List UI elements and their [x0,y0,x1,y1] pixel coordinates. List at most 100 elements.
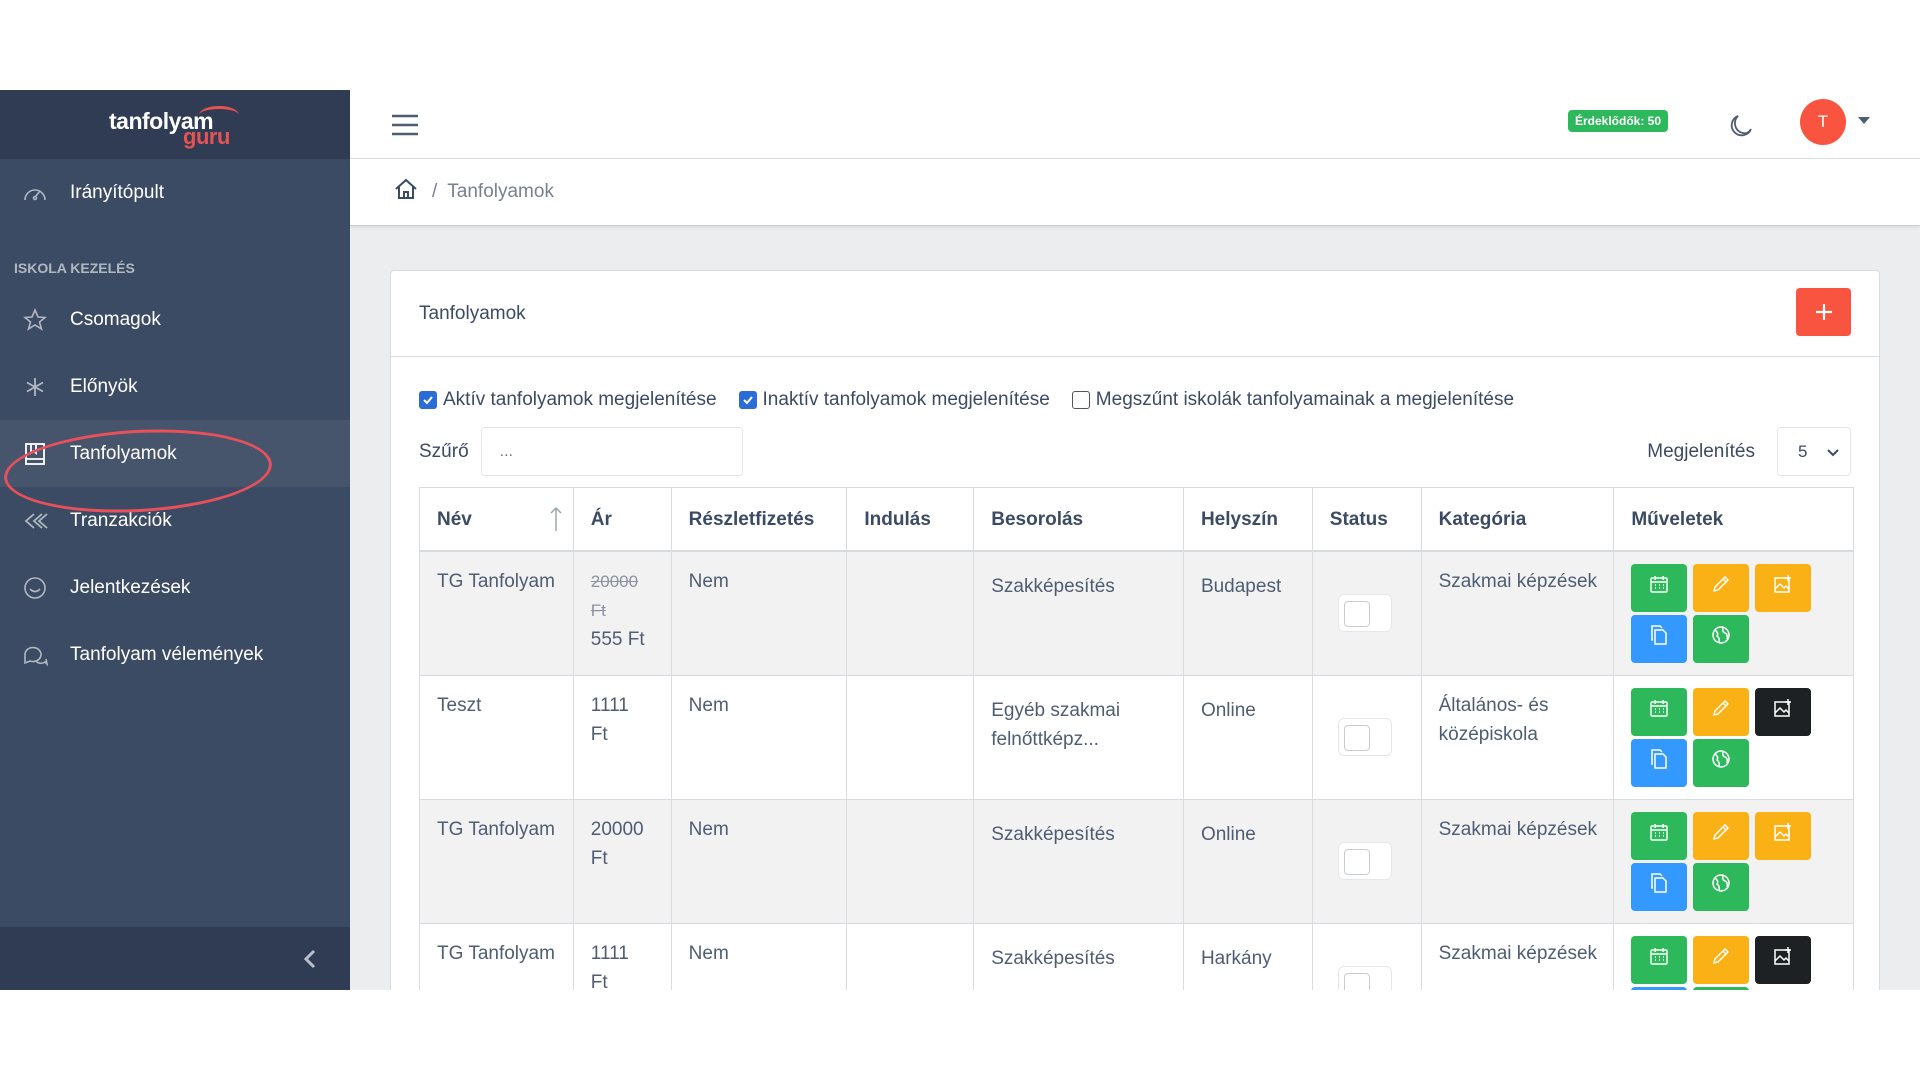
sidebar-item-packages[interactable]: Csomagok [0,286,350,353]
cell-name: TG Tanfolyam [420,924,574,990]
schedule-button[interactable] [1631,936,1688,984]
sidebar-item-applications[interactable]: Jelentkezések [0,554,350,621]
column-header-location[interactable]: Helyszín [1184,488,1313,550]
checkbox-checked[interactable] [738,391,757,409]
search-row: Szűrő [419,427,743,476]
publish-button[interactable] [1693,615,1750,663]
category-line-1: Szakmai képzések [1438,571,1598,592]
double-chevron-left-icon [18,507,52,535]
cell-classification: Egyéb szakmai felnőttképz... [974,676,1184,799]
avatar[interactable]: T [1800,99,1846,145]
image-button[interactable] [1755,812,1812,860]
logo-text-bottom: guru [183,123,230,149]
sidebar-item-dashboard[interactable]: Irányítópult [0,159,350,226]
smile-icon [18,574,52,602]
cell-status [1313,800,1422,923]
filter-closed-schools[interactable]: Megszűnt iskolák tanfolyamainak a megjel… [1071,389,1514,411]
status-toggle[interactable] [1337,594,1392,632]
copy-button[interactable] [1631,615,1688,663]
status-toggle[interactable] [1337,842,1392,880]
search-label: Szűrő [419,440,469,462]
cell-location: Budapest [1184,552,1313,675]
sidebar-section-title: ISKOLA KEZELÉS [14,260,135,276]
hamburger-icon[interactable] [390,111,420,139]
image-button[interactable] [1755,564,1812,612]
copy-icon [1649,624,1669,654]
sidebar-item-reviews[interactable]: Tanfolyam vélemények [0,621,350,688]
edit-button[interactable] [1693,688,1750,736]
add-course-button[interactable] [1796,288,1851,336]
filter-active[interactable]: Aktív tanfolyamok megjelenítése [419,389,717,411]
home-icon[interactable] [394,177,418,207]
filter-checkboxes: Aktív tanfolyamok megjelenítése Inaktív … [419,389,1536,411]
publish-button[interactable] [1693,739,1750,787]
cell-category: Általános- és középiskola [1422,676,1615,799]
chevron-down-icon[interactable] [1858,117,1870,124]
copy-button[interactable] [1631,987,1688,990]
checkbox-checked[interactable] [419,391,437,409]
filter-inactive[interactable]: Inaktív tanfolyamok megjelenítése [738,389,1050,411]
image-button[interactable] [1755,936,1812,984]
cell-price: 1111 Ft [574,924,672,990]
cell-location: Online [1184,676,1313,799]
sidebar-item-transactions[interactable]: Tranzakciók [0,487,350,554]
category-line-1: Szakmai képzések [1438,943,1598,964]
schedule-button[interactable] [1631,564,1688,612]
column-header-installment[interactable]: Részletfizetés [672,488,848,550]
leads-badge[interactable]: Érdeklődők: 50 [1568,110,1669,132]
cell-installment: Nem [672,924,848,990]
table-row: TG Tanfolyam 20000 Ft Nem Szakképesítés Onlin… [419,800,1854,924]
column-header-name[interactable]: Név [420,488,574,550]
sidebar-collapse-bar [0,927,350,990]
category-line-1: Általános- és [1438,695,1549,716]
breadcrumb-separator: / [432,181,438,202]
checkbox-unchecked[interactable] [1071,391,1090,409]
copy-button[interactable] [1631,739,1688,787]
top-header: Érdeklődők: 50 T [350,90,1920,159]
cell-name: TG Tanfolyam [420,800,574,923]
schedule-button[interactable] [1631,688,1688,736]
sidebar-item-courses[interactable]: Tanfolyamok [0,420,350,487]
column-header-actions: Műveletek [1631,508,1724,530]
cell-start [847,676,975,799]
edit-button[interactable] [1693,564,1750,612]
column-header-start[interactable]: Indulás [847,488,975,550]
column-header-classification[interactable]: Besorolás [974,488,1184,550]
page-size-row: Megjelenítés 5 [1647,427,1851,476]
copy-button[interactable] [1631,863,1688,911]
classification-line-1: Szakképesítés [991,824,1115,845]
table-row: TG Tanfolyam 1111 Ft Nem Szakképesítés Harkán… [419,924,1854,990]
schedule-button[interactable] [1631,812,1688,860]
price-value: 555 Ft [590,629,645,650]
edit-button[interactable] [1693,812,1750,860]
table-row: Teszt 1111 Ft Nem Egyéb szakmai felnőttképz..… [419,676,1854,800]
search-input[interactable] [480,427,743,476]
cell-name: Teszt [420,676,574,799]
brand-logo[interactable]: tanfolyam guru [0,90,350,159]
courses-table: Név Ár Részletfizetés Indulás Besorolás … [419,487,1854,990]
status-toggle[interactable] [1337,966,1392,990]
price-value: 1111 [590,943,629,964]
chevron-left-icon[interactable] [292,941,328,977]
status-toggle[interactable] [1337,718,1392,756]
page-size-select[interactable]: 5 [1777,427,1851,476]
cell-category: Szakmai képzések [1422,924,1615,990]
column-header-category[interactable]: Kategória [1422,488,1615,550]
sort-arrow-up-icon[interactable] [549,506,563,541]
edit-button[interactable] [1693,936,1750,984]
price-value: 1111 [590,695,629,716]
column-header-price[interactable]: Ár [574,488,672,550]
moon-icon[interactable] [1727,111,1757,141]
publish-button[interactable] [1693,863,1750,911]
pencil-icon [1711,574,1731,603]
publish-button[interactable] [1693,987,1750,990]
sidebar-item-benefits[interactable]: Előnyök [0,353,350,420]
plus-icon [1815,304,1832,320]
breadcrumb: / Tanfolyamok [350,159,1920,226]
column-header-status[interactable]: Status [1313,488,1422,550]
image-button[interactable] [1755,688,1812,736]
copy-icon [1649,748,1669,778]
price-currency: Ft [590,848,608,869]
sidebar-item-label: Tanfolyamok [70,442,177,464]
book-icon [18,440,52,468]
